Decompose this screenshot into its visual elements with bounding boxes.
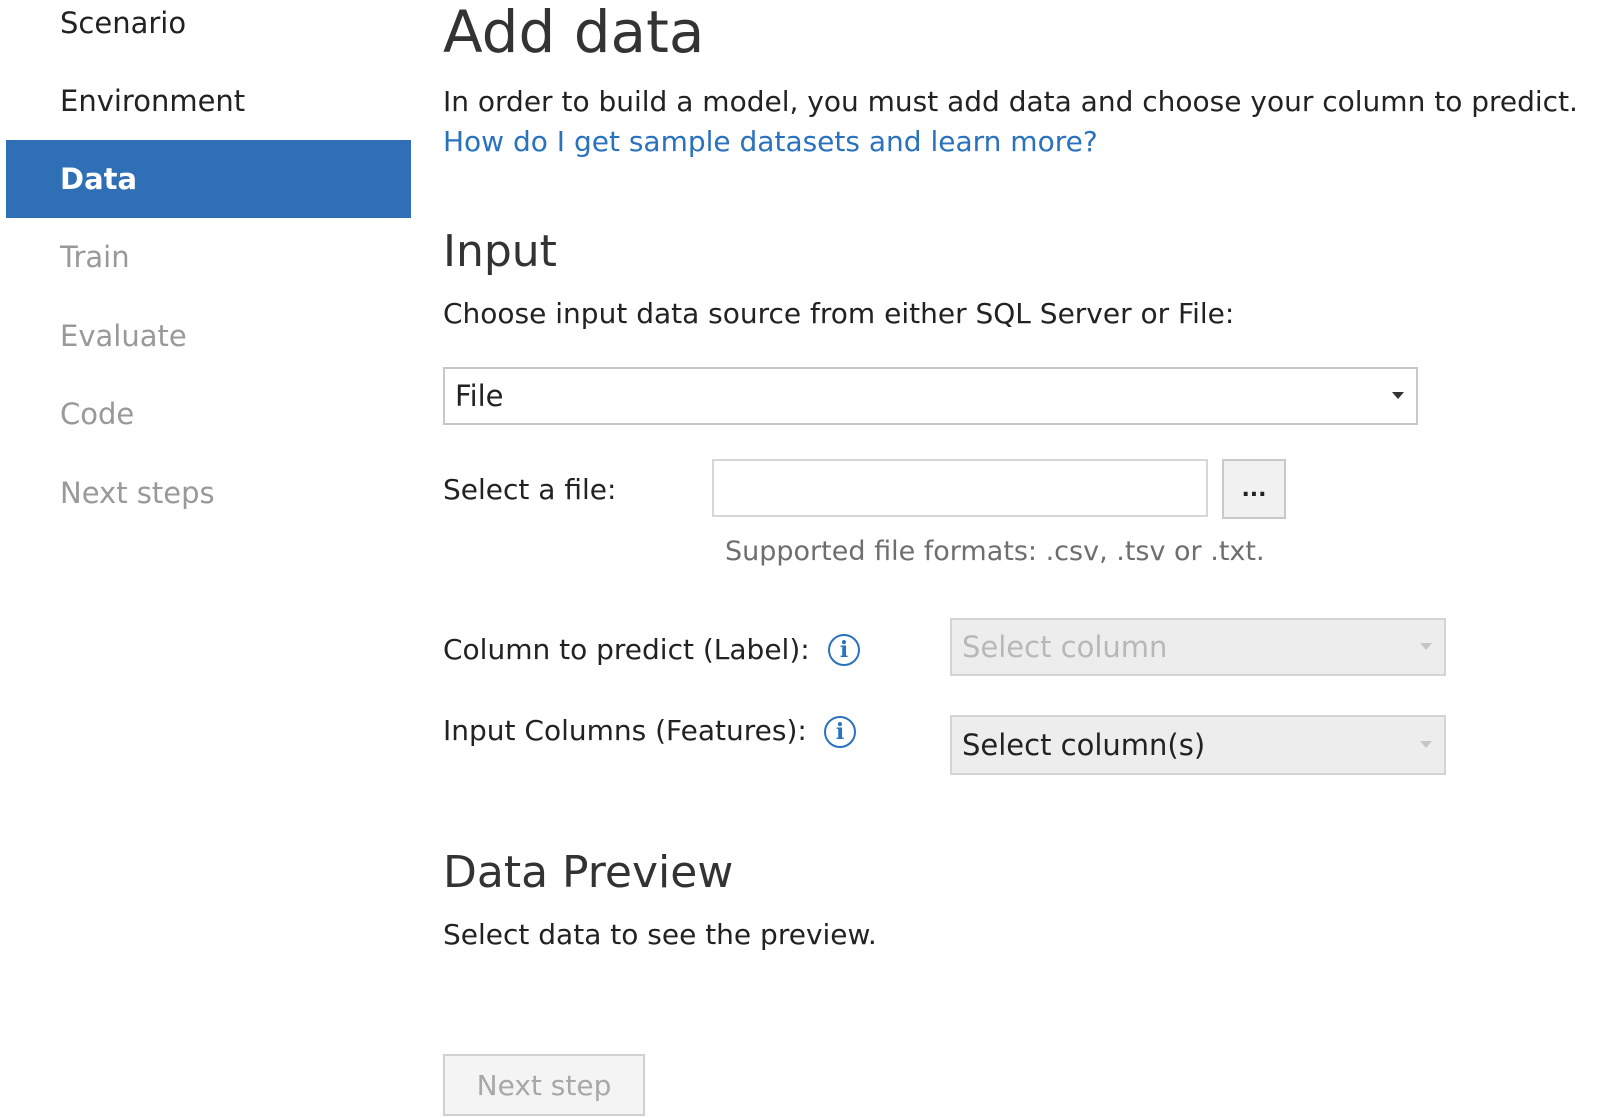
chevron-down-icon (1420, 741, 1432, 748)
features-label: Input Columns (Features): (443, 714, 807, 747)
main-content: Add data In order to build a model, you … (443, 0, 1600, 1118)
sidebar-item-code[interactable]: Code (6, 375, 411, 453)
select-file-label: Select a file: (443, 473, 617, 506)
data-source-select[interactable]: File (443, 367, 1418, 425)
sidebar-item-data[interactable]: Data (6, 140, 411, 218)
label-column-select[interactable]: Select column (950, 618, 1446, 676)
chevron-down-icon (1420, 643, 1432, 650)
sidebar-item-environment[interactable]: Environment (6, 62, 411, 140)
wizard-sidebar: Scenario Environment Data Train Evaluate… (0, 0, 412, 1118)
sample-datasets-link[interactable]: How do I get sample datasets and learn m… (443, 122, 1098, 162)
input-source-instruction: Choose input data source from either SQL… (443, 297, 1235, 330)
label-column-placeholder: Select column (962, 630, 1168, 664)
features-placeholder: Select column(s) (962, 728, 1206, 762)
sidebar-item-train[interactable]: Train (6, 218, 411, 296)
info-icon[interactable]: i (824, 716, 856, 748)
next-step-button[interactable]: Next step (443, 1054, 645, 1116)
page-title: Add data (443, 0, 705, 66)
input-section-title: Input (443, 226, 557, 277)
sidebar-item-next-steps[interactable]: Next steps (6, 454, 411, 532)
features-select[interactable]: Select column(s) (950, 715, 1446, 775)
sidebar-item-scenario[interactable]: Scenario (6, 0, 411, 62)
info-icon[interactable]: i (828, 634, 860, 666)
sidebar-item-evaluate[interactable]: Evaluate (6, 297, 411, 375)
file-path-input[interactable] (712, 459, 1208, 517)
page-description: In order to build a model, you must add … (443, 85, 1578, 118)
preview-section-title: Data Preview (443, 847, 734, 898)
browse-file-button[interactable]: ... (1222, 459, 1286, 519)
label-column-label: Column to predict (Label): (443, 633, 810, 666)
preview-message: Select data to see the preview. (443, 918, 877, 951)
data-source-value: File (455, 379, 504, 413)
chevron-down-icon (1392, 392, 1404, 399)
supported-formats-hint: Supported file formats: .csv, .tsv or .t… (725, 536, 1265, 567)
